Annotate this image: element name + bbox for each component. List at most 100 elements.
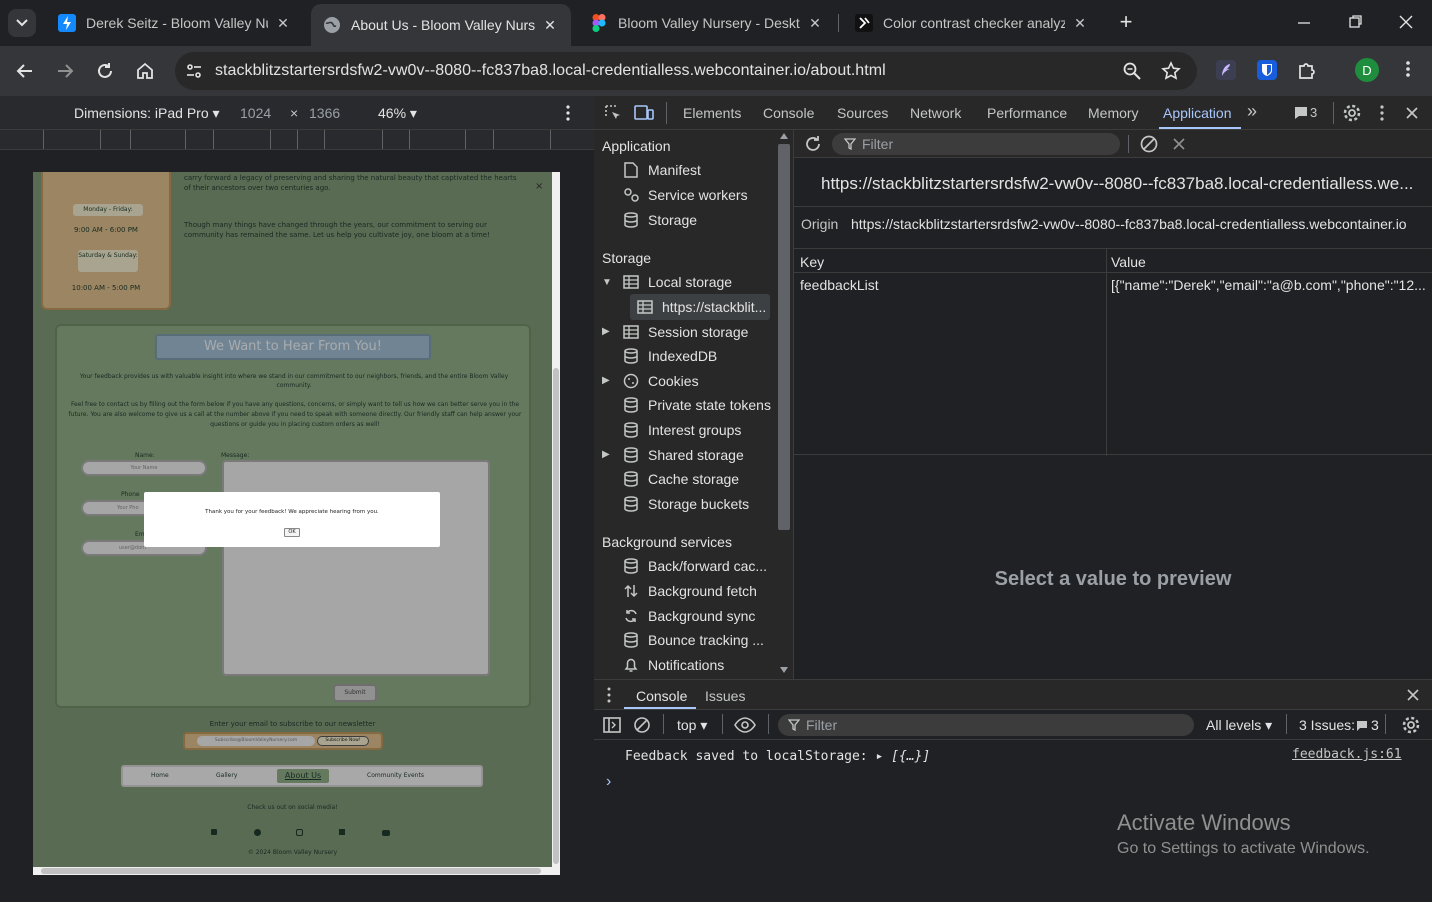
- issues-label[interactable]: 3 Issues:: [1299, 717, 1355, 733]
- bookmark-star-icon[interactable]: [1161, 61, 1181, 81]
- tab-sources[interactable]: Sources: [837, 105, 888, 121]
- storage-filter-input[interactable]: Filter: [832, 133, 1120, 155]
- reload-button[interactable]: [92, 58, 118, 84]
- column-value[interactable]: Value: [1111, 254, 1146, 270]
- close-tab-icon[interactable]: ✕: [1071, 15, 1089, 32]
- collapse-triangle-icon[interactable]: ▶: [602, 326, 610, 337]
- collapse-triangle-icon[interactable]: ▶: [602, 375, 610, 386]
- context-select[interactable]: top ▾: [677, 717, 707, 734]
- tab-figma[interactable]: Bloom Valley Nursery - Desktop ✕: [578, 6, 836, 40]
- tab-derek-seitz[interactable]: Derek Seitz - Bloom Valley Nurs ✕: [46, 6, 304, 40]
- restore-button[interactable]: [1345, 12, 1365, 32]
- tab-application[interactable]: Application: [1163, 105, 1232, 121]
- sidebar-item-bounce-tracking[interactable]: Bounce tracking ...: [622, 629, 764, 651]
- tab-elements[interactable]: Elements: [683, 105, 741, 121]
- issues-count[interactable]: 3: [1310, 105, 1317, 120]
- clear-all-icon[interactable]: [1139, 134, 1159, 154]
- page-vertical-scrollbar[interactable]: [552, 172, 560, 875]
- close-devtools-icon[interactable]: [1404, 105, 1420, 121]
- tab-console[interactable]: Console: [763, 105, 814, 121]
- column-key[interactable]: Key: [800, 254, 824, 270]
- log-object-expander[interactable]: ▸ [{…}]: [875, 749, 930, 764]
- minimize-button[interactable]: [1294, 12, 1314, 32]
- tab-search-button[interactable]: [8, 9, 36, 37]
- address-bar[interactable]: stackblitzstartersrdsfw2-vw0v--8080--fc8…: [175, 52, 1197, 90]
- inspect-element-icon[interactable]: [604, 104, 622, 122]
- sidebar-scrollbar[interactable]: [776, 130, 793, 679]
- back-button[interactable]: [12, 58, 38, 84]
- console-prompt[interactable]: ›: [606, 773, 611, 791]
- live-expression-eye-icon[interactable]: [734, 717, 756, 733]
- sidebar-item-back-forward-cache[interactable]: Back/forward cac...: [622, 555, 767, 577]
- extensions-puzzle-icon[interactable]: [1297, 60, 1317, 80]
- sidebar-item-session-storage[interactable]: Session storage: [622, 321, 748, 343]
- sidebar-item-local-storage-origin[interactable]: https://stackblit...: [636, 296, 766, 318]
- device-toggle-icon[interactable]: [634, 104, 654, 122]
- sidebar-toggle-icon[interactable]: [603, 716, 621, 734]
- sidebar-item-storage-buckets[interactable]: Storage buckets: [622, 493, 749, 515]
- sidebar-item-indexeddb[interactable]: IndexedDB: [622, 345, 717, 367]
- console-settings-icon[interactable]: [1401, 715, 1421, 735]
- site-info-icon[interactable]: [185, 62, 203, 80]
- issues-icon[interactable]: [1294, 106, 1308, 120]
- devtools-menu-icon[interactable]: [1375, 104, 1389, 122]
- settings-gear-icon[interactable]: [1342, 103, 1362, 123]
- alert-ok-button[interactable]: OK: [284, 528, 300, 537]
- device-zoom-select[interactable]: 46% ▾: [378, 105, 417, 122]
- sidebar-item-background-sync[interactable]: Background sync: [622, 605, 755, 627]
- log-levels-select[interactable]: All levels ▾: [1206, 717, 1272, 734]
- device-dimensions-select[interactable]: Dimensions: iPad Pro ▾: [74, 105, 220, 122]
- close-drawer-icon[interactable]: [1406, 688, 1420, 702]
- home-button[interactable]: [132, 58, 158, 84]
- log-source-link[interactable]: feedback.js:61: [1292, 747, 1402, 762]
- page-horizontal-scrollbar[interactable]: [33, 867, 552, 875]
- sidebar-item-private-state-tokens[interactable]: Private state tokens: [622, 394, 771, 416]
- bitwarden-shield-icon[interactable]: [1257, 60, 1277, 80]
- sidebar-scroll-thumb[interactable]: [778, 144, 790, 530]
- device-width-input[interactable]: 1024: [240, 105, 271, 121]
- table-row[interactable]: feedbackList [{"name":"Derek","email":"a…: [794, 274, 1432, 297]
- tab-about-us[interactable]: About Us - Bloom Valley Nurser ✕: [311, 4, 571, 46]
- sidebar-item-service-workers[interactable]: Service workers: [622, 184, 748, 206]
- tab-memory[interactable]: Memory: [1088, 105, 1139, 121]
- forward-button[interactable]: [52, 58, 78, 84]
- sidebar-item-manifest[interactable]: Manifest: [622, 159, 701, 181]
- sidebar-item-shared-storage[interactable]: Shared storage: [622, 444, 744, 466]
- profile-avatar[interactable]: D: [1355, 58, 1379, 82]
- collapse-triangle-icon[interactable]: ▶: [602, 449, 610, 460]
- new-tab-button[interactable]: +: [1114, 9, 1138, 34]
- delete-selected-icon[interactable]: [1172, 137, 1186, 151]
- page-scroll-thumb[interactable]: [553, 368, 559, 864]
- device-more-icon[interactable]: [560, 103, 576, 123]
- close-tab-icon[interactable]: ✕: [274, 15, 292, 32]
- expand-triangle-icon[interactable]: ▼: [602, 277, 612, 288]
- close-tab-icon[interactable]: ✕: [806, 15, 824, 32]
- issues-count[interactable]: 3: [1371, 717, 1379, 733]
- database-icon: [622, 347, 640, 365]
- tab-performance[interactable]: Performance: [987, 105, 1067, 121]
- extension-feather-icon[interactable]: [1216, 60, 1236, 80]
- drawer-tab-console[interactable]: Console: [636, 688, 687, 704]
- page-hscroll-thumb[interactable]: [41, 868, 541, 874]
- sidebar-item-local-storage[interactable]: Local storage: [622, 271, 732, 293]
- sidebar-item-cache-storage[interactable]: Cache storage: [622, 468, 739, 490]
- drawer-menu-icon[interactable]: [606, 686, 612, 704]
- sidebar-item-cookies[interactable]: Cookies: [622, 370, 699, 392]
- sidebar-item-background-fetch[interactable]: Background fetch: [622, 580, 757, 602]
- clear-console-icon[interactable]: [633, 716, 651, 734]
- sidebar-item-interest-groups[interactable]: Interest groups: [622, 419, 741, 441]
- browser-menu-icon[interactable]: [1398, 59, 1418, 79]
- device-height-input[interactable]: 1366: [309, 105, 340, 121]
- more-tabs-icon[interactable]: »: [1247, 101, 1257, 122]
- sync-icon: [622, 607, 640, 625]
- tab-network[interactable]: Network: [910, 105, 961, 121]
- tab-contrast-checker[interactable]: Color contrast checker analyzer ✕: [843, 6, 1101, 40]
- close-tab-icon[interactable]: ✕: [541, 17, 559, 34]
- drawer-tab-issues[interactable]: Issues: [705, 688, 745, 704]
- sidebar-item-storage[interactable]: Storage: [622, 209, 697, 231]
- sidebar-item-notifications[interactable]: Notifications: [622, 654, 724, 676]
- zoom-icon[interactable]: [1123, 62, 1141, 80]
- console-filter-input[interactable]: Filter: [778, 714, 1194, 736]
- refresh-icon[interactable]: [803, 134, 823, 154]
- close-window-button[interactable]: [1396, 12, 1416, 32]
